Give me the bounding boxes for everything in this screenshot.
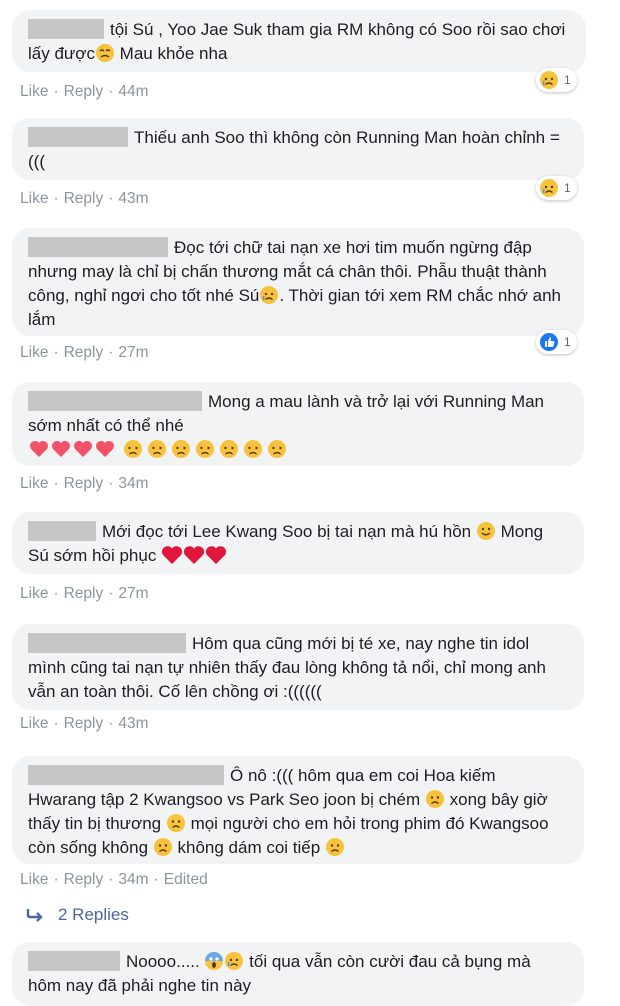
crying-face-icon	[147, 440, 166, 458]
comment-actions: Like · Reply · 44m	[20, 83, 149, 100]
reply-link[interactable]: Reply	[64, 585, 104, 602]
heart-icon	[52, 441, 70, 457]
heart-icon	[96, 441, 114, 457]
heart-icon	[162, 546, 183, 564]
frowning-face-icon	[425, 790, 444, 808]
like-link[interactable]: Like	[20, 585, 48, 602]
comment-bubble: Ô nô :((( hôm qua em coi Hoa kiếm Hwaran…	[12, 756, 584, 864]
reply-link[interactable]: Reply	[64, 475, 104, 492]
replies-count: 2 Replies	[58, 905, 129, 924]
comment-bubble: tội Sú , Yoo Jae Suk tham gia RM không c…	[12, 10, 586, 72]
timestamp[interactable]: 43m	[118, 715, 148, 732]
comment-bubble: Mong a mau lành và trở lại với Running M…	[12, 382, 584, 466]
heart-icon	[206, 546, 227, 564]
frowning-face-icon	[166, 814, 185, 832]
redacted-author	[28, 127, 128, 147]
timestamp[interactable]: 43m	[118, 190, 148, 207]
redacted-author	[28, 391, 202, 411]
like-link[interactable]: Like	[20, 83, 48, 100]
redacted-author	[28, 521, 96, 541]
heart-emoji-row	[28, 440, 289, 459]
comment-actions: Like · Reply · 27m	[20, 344, 149, 361]
timestamp[interactable]: 44m	[118, 83, 148, 100]
sad-face-icon	[260, 286, 279, 304]
reaction-badge[interactable]: 1	[536, 330, 577, 354]
comment-bubble: Thiếu anh Soo thì không còn Running Man …	[12, 118, 584, 180]
sad-reaction-icon	[540, 71, 558, 89]
comment-actions: Like · Reply · 34m · Edited	[20, 871, 208, 888]
heart-icon	[30, 441, 48, 457]
sad-face-icon	[225, 952, 244, 970]
crying-face-icon	[171, 440, 190, 458]
crying-face-icon	[195, 440, 214, 458]
comment-bubble: Mới đọc tới Lee Kwang Soo bị tai nạn mà …	[12, 512, 584, 574]
like-link[interactable]: Like	[20, 871, 48, 888]
redacted-author	[28, 951, 120, 971]
reply-arrow-icon	[26, 909, 43, 922]
timestamp[interactable]: 34m	[118, 871, 148, 888]
redacted-author	[28, 633, 186, 653]
reply-link[interactable]: Reply	[64, 83, 104, 100]
timestamp[interactable]: 27m	[118, 585, 148, 602]
reaction-badge[interactable]: 1	[536, 176, 577, 200]
crying-face-icon	[267, 440, 286, 458]
frowning-face-icon	[153, 838, 172, 856]
sad-face-icon	[95, 44, 114, 62]
comment-actions: Like · Reply · 43m	[20, 715, 149, 732]
frowning-face-icon	[325, 838, 344, 856]
heart-icon	[74, 441, 92, 457]
redacted-author	[28, 237, 168, 257]
screaming-face-icon	[205, 952, 224, 970]
crying-face-icon	[123, 440, 142, 458]
like-link[interactable]: Like	[20, 190, 48, 207]
like-link[interactable]: Like	[20, 475, 48, 492]
timestamp[interactable]: 34m	[118, 475, 148, 492]
heart-icon	[184, 546, 205, 564]
smiling-face-icon	[476, 522, 495, 540]
like-link[interactable]: Like	[20, 715, 48, 732]
comment-bubble: Noooo..... tối qua vẫn còn cười đau cả b…	[12, 942, 584, 1006]
comment-actions: Like · Reply · 43m	[20, 190, 149, 207]
reply-link[interactable]: Reply	[64, 344, 104, 361]
redacted-author	[28, 765, 224, 785]
comment-actions: Like · Reply · 27m	[20, 585, 149, 602]
reply-link[interactable]: Reply	[64, 871, 104, 888]
reaction-badge[interactable]: 1	[536, 68, 577, 92]
crying-face-icon	[219, 440, 238, 458]
comment-bubble: Đọc tới chữ tai nạn xe hơi tim muốn ngừn…	[12, 228, 584, 336]
crying-face-icon	[243, 440, 262, 458]
timestamp[interactable]: 27m	[118, 344, 148, 361]
edited-label: Edited	[163, 871, 208, 888]
comment-bubble: Hôm qua cũng mới bị té xe, nay nghe tin …	[12, 624, 584, 710]
sad-reaction-icon	[540, 179, 558, 197]
redacted-author	[28, 19, 104, 39]
reply-link[interactable]: Reply	[64, 190, 104, 207]
like-reaction-icon	[540, 333, 558, 351]
reply-link[interactable]: Reply	[64, 715, 104, 732]
view-replies-link[interactable]: 2 Replies	[26, 905, 129, 925]
comment-actions: Like · Reply · 34m	[20, 475, 149, 492]
like-link[interactable]: Like	[20, 344, 48, 361]
